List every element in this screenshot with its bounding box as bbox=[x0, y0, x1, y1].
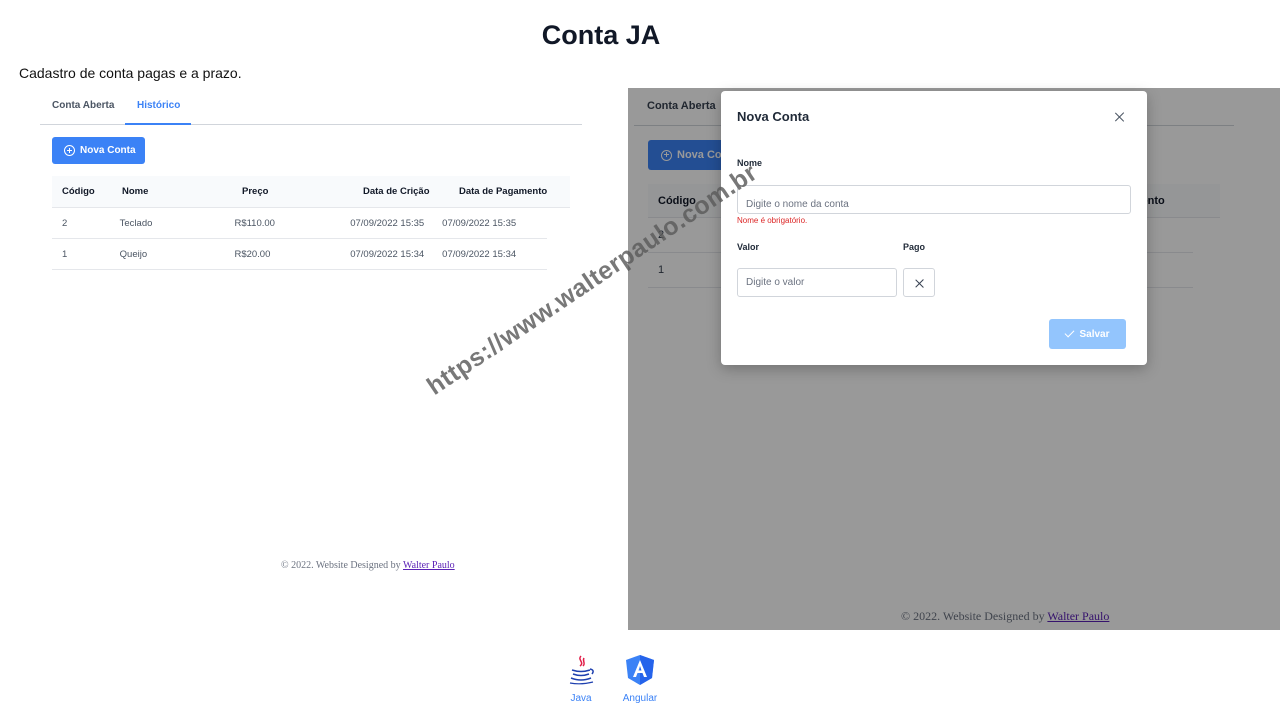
table-row[interactable]: 2 Teclado R$110.00 07/09/2022 15:35 07/0… bbox=[52, 208, 547, 239]
footer: © 2022. Website Designed by Walter Paulo bbox=[281, 560, 455, 571]
java-label: Java bbox=[570, 693, 592, 704]
cell-data-criacao: 07/09/2022 15:35 bbox=[350, 217, 425, 229]
cell-nome: Teclado bbox=[119, 217, 153, 229]
slide-subtitle: Cadastro de conta pagas e a prazo. bbox=[19, 65, 242, 81]
header-data-criacao[interactable]: Data de Crição bbox=[353, 186, 449, 197]
table-header: Código Nome Preço Data de Crição Data de… bbox=[52, 176, 570, 208]
nova-conta-dialog: Nova Conta Nome Nome é obrigatório. Valo… bbox=[721, 91, 1147, 365]
cell-data-criacao: 07/09/2022 15:34 bbox=[350, 248, 425, 260]
plus-circle-icon bbox=[64, 145, 75, 156]
slide-title: Conta JA bbox=[541, 20, 661, 50]
header-preco[interactable]: Preço bbox=[232, 186, 353, 197]
nome-field[interactable] bbox=[737, 185, 1131, 214]
save-button[interactable]: Salvar bbox=[1049, 319, 1126, 349]
tab-bar: Conta Aberta Histórico bbox=[40, 88, 582, 125]
header-nome[interactable]: Nome bbox=[112, 186, 232, 197]
cell-nome: Queijo bbox=[119, 248, 148, 260]
cell-data-pagamento: 07/09/2022 15:35 bbox=[442, 217, 517, 229]
angular-label: Angular bbox=[622, 693, 658, 704]
header-data-pagamento[interactable]: Data de Pagamento bbox=[449, 186, 569, 197]
valor-label: Valor bbox=[737, 242, 760, 252]
pago-label: Pago bbox=[903, 242, 926, 252]
valor-field[interactable] bbox=[737, 268, 897, 297]
left-app-window: Conta Aberta Histórico Nova Conta Código… bbox=[0, 88, 628, 628]
java-icon bbox=[569, 655, 594, 685]
historico-table: Código Nome Preço Data de Crição Data de… bbox=[52, 176, 570, 270]
nova-conta-button[interactable]: Nova Conta bbox=[52, 137, 145, 164]
header-codigo[interactable]: Código bbox=[52, 186, 112, 197]
cell-preco: R$20.00 bbox=[234, 248, 271, 260]
cell-codigo: 1 bbox=[62, 248, 68, 260]
cell-preco: R$110.00 bbox=[234, 217, 275, 229]
cell-codigo: 2 bbox=[62, 217, 68, 229]
close-icon[interactable] bbox=[1113, 110, 1127, 124]
java-logo: Java bbox=[562, 654, 600, 704]
angular-logo: Angular bbox=[617, 654, 663, 704]
footer-text: © 2022. Website Designed by bbox=[281, 560, 401, 571]
footer-author-link[interactable]: Walter Paulo bbox=[403, 560, 455, 571]
nova-conta-label: Nova Conta bbox=[80, 145, 136, 156]
nome-error-message: Nome é obrigatório. bbox=[737, 216, 808, 225]
cell-data-pagamento: 07/09/2022 15:34 bbox=[442, 248, 517, 260]
save-label: Salvar bbox=[1079, 328, 1110, 340]
pago-toggle[interactable] bbox=[903, 268, 935, 297]
tab-conta-aberta[interactable]: Conta Aberta bbox=[40, 88, 126, 125]
check-icon bbox=[1065, 327, 1075, 338]
table-row[interactable]: 1 Queijo R$20.00 07/09/2022 15:34 07/09/… bbox=[52, 239, 547, 270]
dialog-title: Nova Conta bbox=[737, 109, 810, 124]
tab-historico[interactable]: Histórico bbox=[125, 88, 191, 125]
angular-icon bbox=[626, 655, 654, 685]
